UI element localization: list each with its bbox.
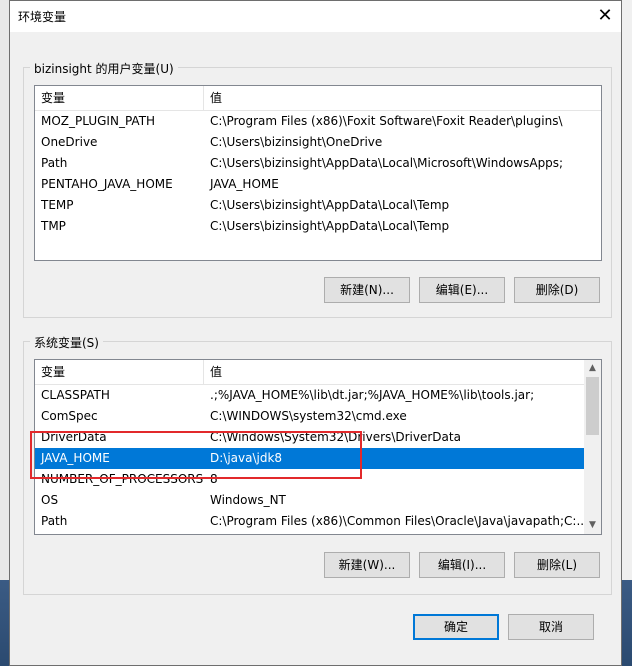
column-header-name[interactable]: 变量 bbox=[35, 86, 204, 110]
close-icon[interactable]: ✕ bbox=[593, 4, 617, 28]
variable-value-cell: C:\Windows\System32\Drivers\DriverData bbox=[210, 430, 461, 444]
scroll-down-icon[interactable]: ▼ bbox=[584, 517, 601, 534]
variable-name-cell: ComSpec bbox=[41, 409, 98, 423]
user-variables-legend: bizinsight 的用户变量(U) bbox=[30, 60, 178, 77]
variable-name-cell: TEMP bbox=[41, 198, 74, 212]
user-delete-button[interactable]: 删除(D) bbox=[514, 277, 600, 303]
user-variables-list[interactable]: 变量 值 MOZ_PLUGIN_PATH C:\Program Files (x8… bbox=[34, 85, 602, 261]
variable-value-cell: Windows_NT bbox=[210, 493, 286, 507]
list-header: 变量 值 bbox=[35, 360, 584, 385]
cancel-button[interactable]: 取消 bbox=[508, 614, 594, 640]
variable-name-cell: Path bbox=[41, 156, 68, 170]
variable-name-cell: OneDrive bbox=[41, 135, 98, 149]
system-variables-legend: 系统变量(S) bbox=[30, 334, 103, 351]
table-row[interactable]: OS Windows_NT bbox=[35, 490, 584, 511]
table-row[interactable]: TMP C:\Users\bizinsight\AppData\Local\Tem… bbox=[35, 216, 601, 237]
variable-value-cell: C:\Users\bizinsight\AppData\Local\Temp bbox=[210, 198, 450, 212]
background-window-left bbox=[0, 0, 9, 580]
column-header-value[interactable]: 值 bbox=[204, 86, 601, 110]
vertical-scrollbar[interactable]: ▲ ▼ bbox=[584, 360, 601, 534]
scroll-up-icon[interactable]: ▲ bbox=[584, 360, 601, 377]
table-row[interactable]: CLASSPATH .;%JAVA_HOME%\lib\dt.jar;%JAVA_… bbox=[35, 385, 584, 406]
title-bar: 环境变量 ✕ bbox=[10, 1, 621, 32]
user-edit-button[interactable]: 编辑(E)... bbox=[419, 277, 505, 303]
table-row[interactable]: PENTAHO_JAVA_HOME JAVA_HOME bbox=[35, 174, 601, 195]
variable-value-cell: D:\java\jdk8 bbox=[210, 451, 283, 465]
variable-name-cell: MOZ_PLUGIN_PATH bbox=[41, 114, 156, 128]
column-header-name[interactable]: 变量 bbox=[35, 360, 204, 384]
table-row[interactable]: OneDrive C:\Users\bizinsight\OneDrive bbox=[35, 132, 601, 153]
system-delete-button[interactable]: 删除(L) bbox=[514, 552, 600, 578]
table-row[interactable]: DriverData C:\Windows\System32\Drivers\Dr… bbox=[35, 427, 584, 448]
variable-name-cell: CLASSPATH bbox=[41, 388, 110, 402]
table-row[interactable]: Path C:\Program Files (x86)\Common Files\… bbox=[35, 511, 584, 532]
system-variables-list[interactable]: 变量 值 CLASSPATH .;%JAVA_HOME%\lib\dt.jar;%… bbox=[34, 359, 602, 535]
variable-value-cell: JAVA_HOME bbox=[210, 177, 279, 191]
table-row[interactable]: Path C:\Users\bizinsight\AppData\Local\Mi… bbox=[35, 153, 601, 174]
system-edit-button[interactable]: 编辑(I)... bbox=[419, 552, 505, 578]
table-row[interactable]: MOZ_PLUGIN_PATH C:\Program Files (x86)\Fo… bbox=[35, 111, 601, 132]
system-variables-rows: CLASSPATH .;%JAVA_HOME%\lib\dt.jar;%JAVA_… bbox=[35, 385, 584, 532]
variable-name-cell: OS bbox=[41, 493, 59, 507]
variable-value-cell: C:\WINDOWS\system32\cmd.exe bbox=[210, 409, 407, 423]
ok-button[interactable]: 确定 bbox=[413, 614, 499, 640]
user-new-button[interactable]: 新建(N)... bbox=[324, 277, 410, 303]
variable-value-cell: C:\Users\bizinsight\AppData\Local\Micros… bbox=[210, 156, 564, 170]
variable-value-cell: C:\Program Files (x86)\Common Files\Orac… bbox=[210, 514, 584, 528]
variable-value-cell: C:\Program Files (x86)\Foxit Software\Fo… bbox=[210, 114, 563, 128]
background-window-right bbox=[622, 0, 632, 580]
table-row[interactable]: ComSpec C:\WINDOWS\system32\cmd.exe bbox=[35, 406, 584, 427]
table-row[interactable]: JAVA_HOME D:\java\jdk8 bbox=[35, 448, 584, 469]
scroll-thumb[interactable] bbox=[586, 377, 599, 435]
variable-name-cell: PENTAHO_JAVA_HOME bbox=[41, 177, 173, 191]
environment-variables-dialog: 环境变量 ✕ bizinsight 的用户变量(U) 变量 值 MOZ_PLUG… bbox=[9, 0, 622, 666]
variable-name-cell: TMP bbox=[41, 219, 66, 233]
variable-name-cell: NUMBER_OF_PROCESSORS bbox=[41, 472, 204, 486]
table-row[interactable]: TEMP C:\Users\bizinsight\AppData\Local\Te… bbox=[35, 195, 601, 216]
dialog-title: 环境变量 bbox=[18, 10, 67, 24]
variable-value-cell: C:\Users\bizinsight\OneDrive bbox=[210, 135, 383, 149]
table-row[interactable]: NUMBER_OF_PROCESSORS 8 bbox=[35, 469, 584, 490]
user-variables-rows: MOZ_PLUGIN_PATH C:\Program Files (x86)\Fo… bbox=[35, 111, 601, 237]
variable-name-cell: JAVA_HOME bbox=[41, 451, 110, 465]
column-header-value[interactable]: 值 bbox=[204, 360, 584, 384]
variable-name-cell: Path bbox=[41, 514, 68, 528]
variable-name-cell: DriverData bbox=[41, 430, 107, 444]
variable-value-cell: C:\Users\bizinsight\AppData\Local\Temp bbox=[210, 219, 450, 233]
system-new-button[interactable]: 新建(W)... bbox=[324, 552, 410, 578]
list-header: 变量 值 bbox=[35, 86, 601, 111]
variable-value-cell: 8 bbox=[210, 472, 218, 486]
variable-value-cell: .;%JAVA_HOME%\lib\dt.jar;%JAVA_HOME%\lib… bbox=[210, 388, 535, 402]
